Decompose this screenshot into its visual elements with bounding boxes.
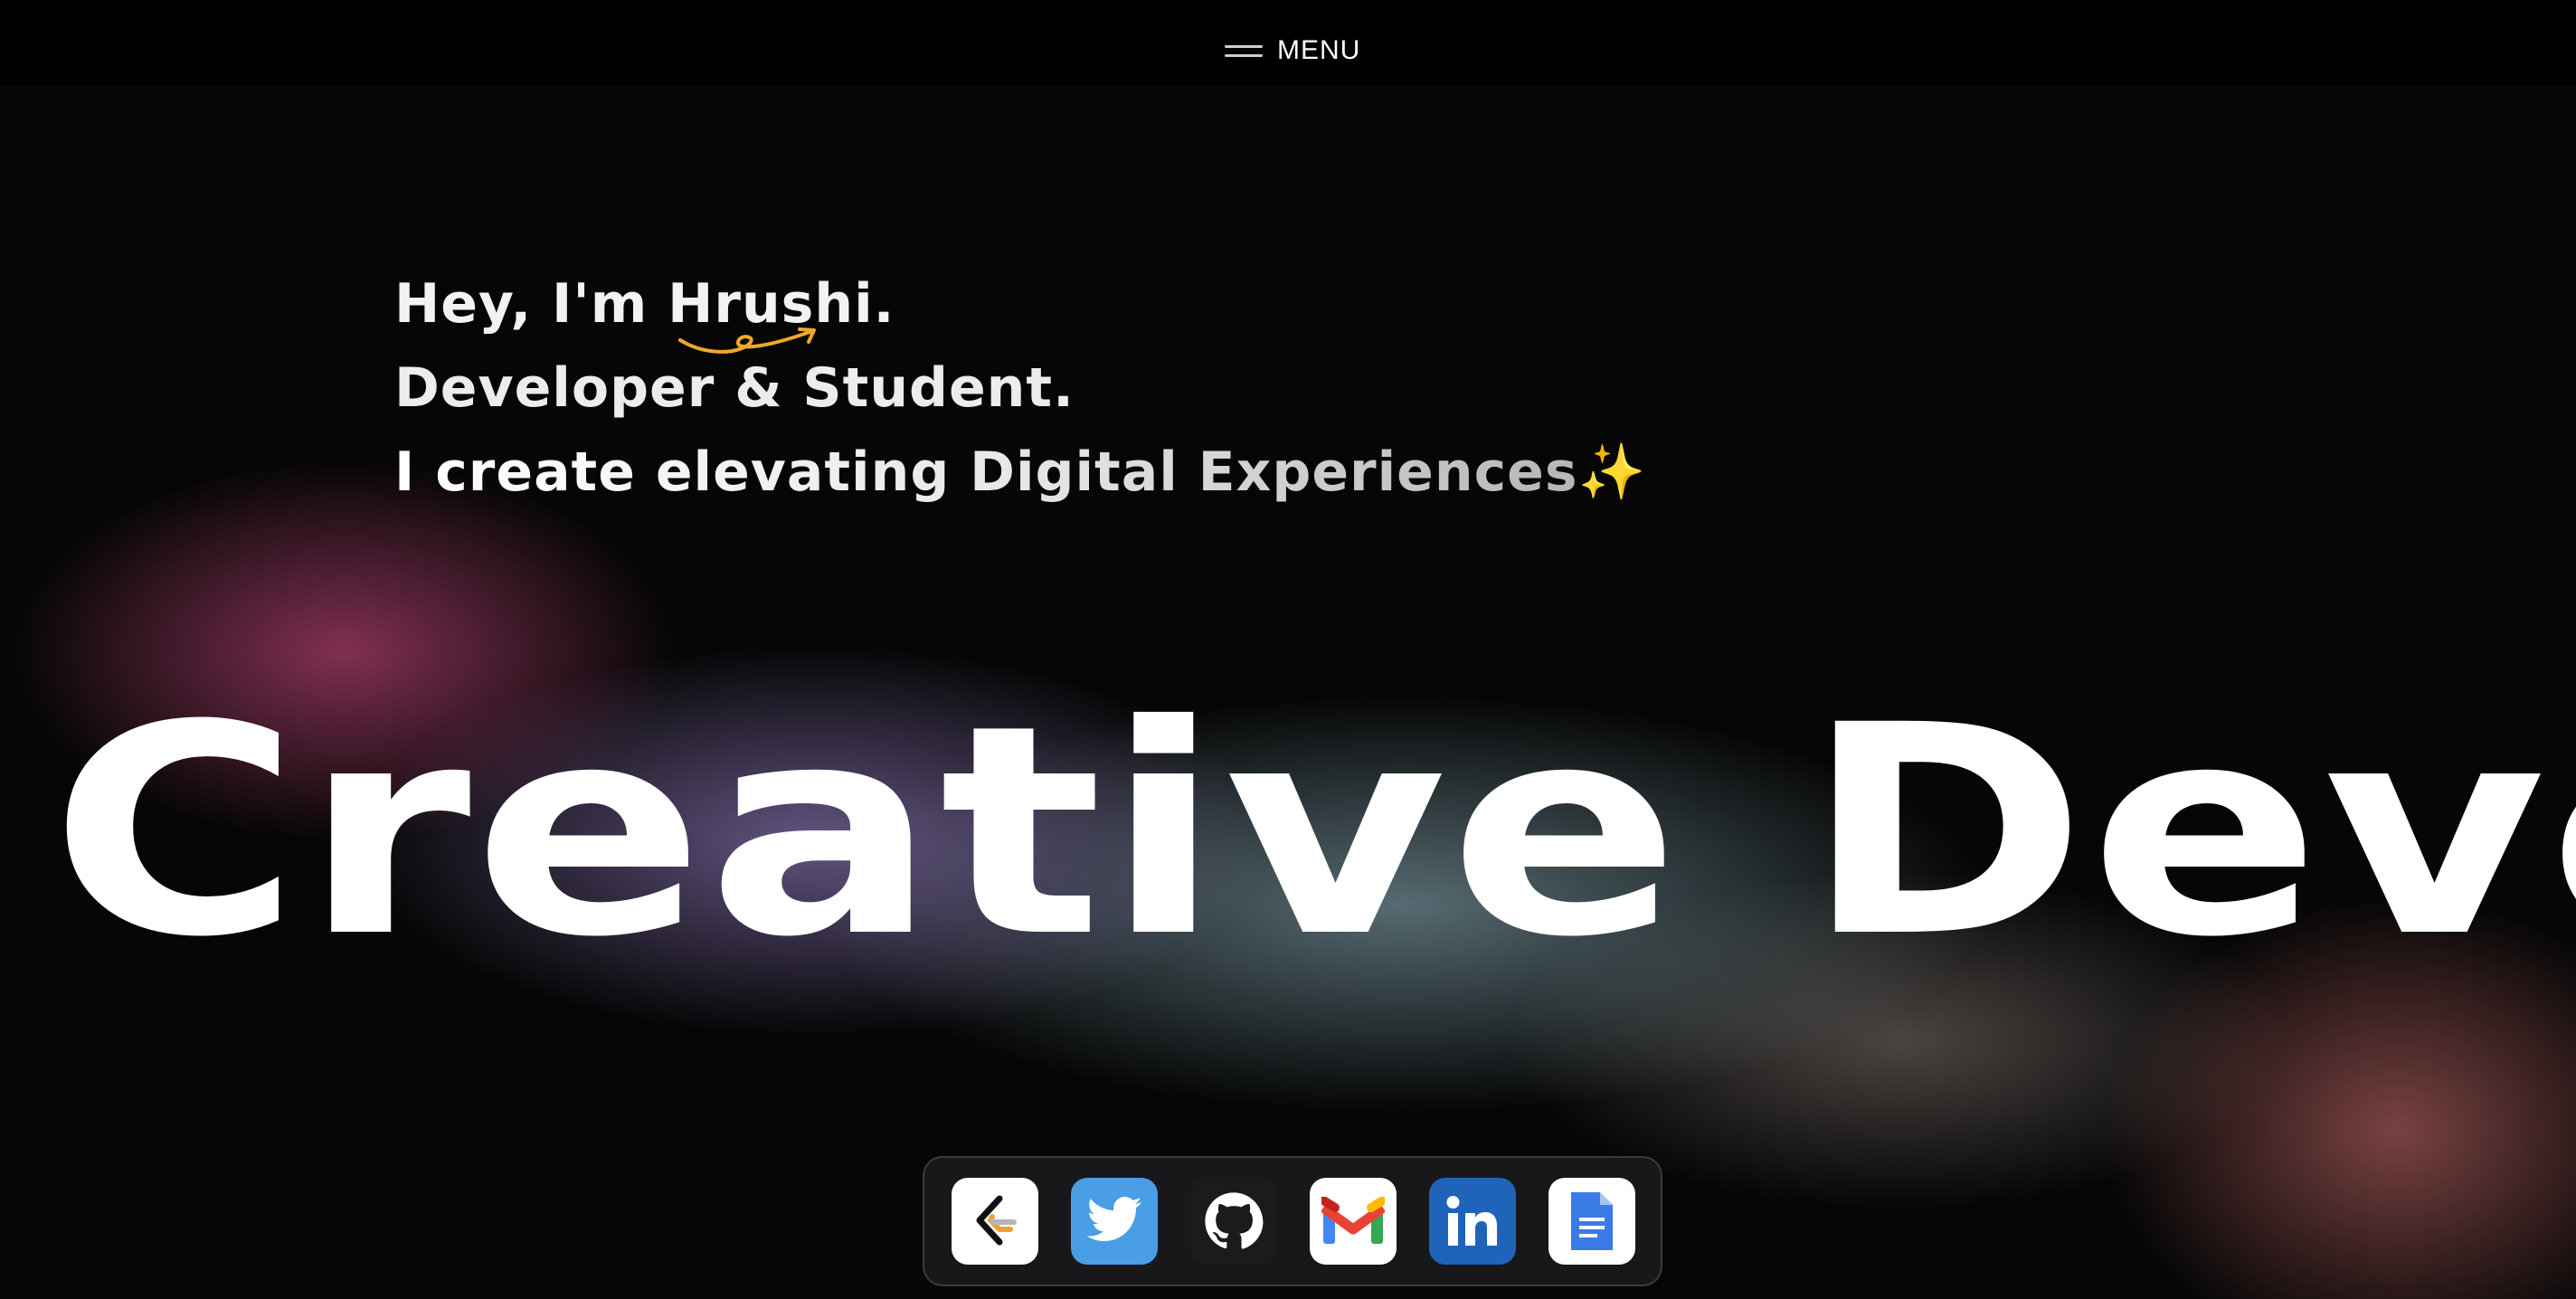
- linkedin-link[interactable]: [1429, 1178, 1516, 1265]
- leetcode-icon: [976, 1195, 1017, 1246]
- gmail-link[interactable]: [1310, 1178, 1397, 1265]
- twitter-icon: [1086, 1197, 1142, 1241]
- linkedin-icon: [1446, 1196, 1497, 1246]
- resume-docs-link[interactable]: [1548, 1178, 1635, 1265]
- social-dock: [923, 1156, 1662, 1286]
- github-link[interactable]: [1190, 1178, 1277, 1265]
- leetcode-link[interactable]: [952, 1178, 1038, 1265]
- hero-title: Creative Developer: [50, 664, 2576, 1000]
- google-docs-icon: [1571, 1192, 1613, 1250]
- gmail-icon: [1321, 1197, 1385, 1244]
- github-icon: [1205, 1192, 1264, 1249]
- hero-clip: Creative Developer: [0, 0, 2576, 1299]
- twitter-link[interactable]: [1071, 1178, 1158, 1265]
